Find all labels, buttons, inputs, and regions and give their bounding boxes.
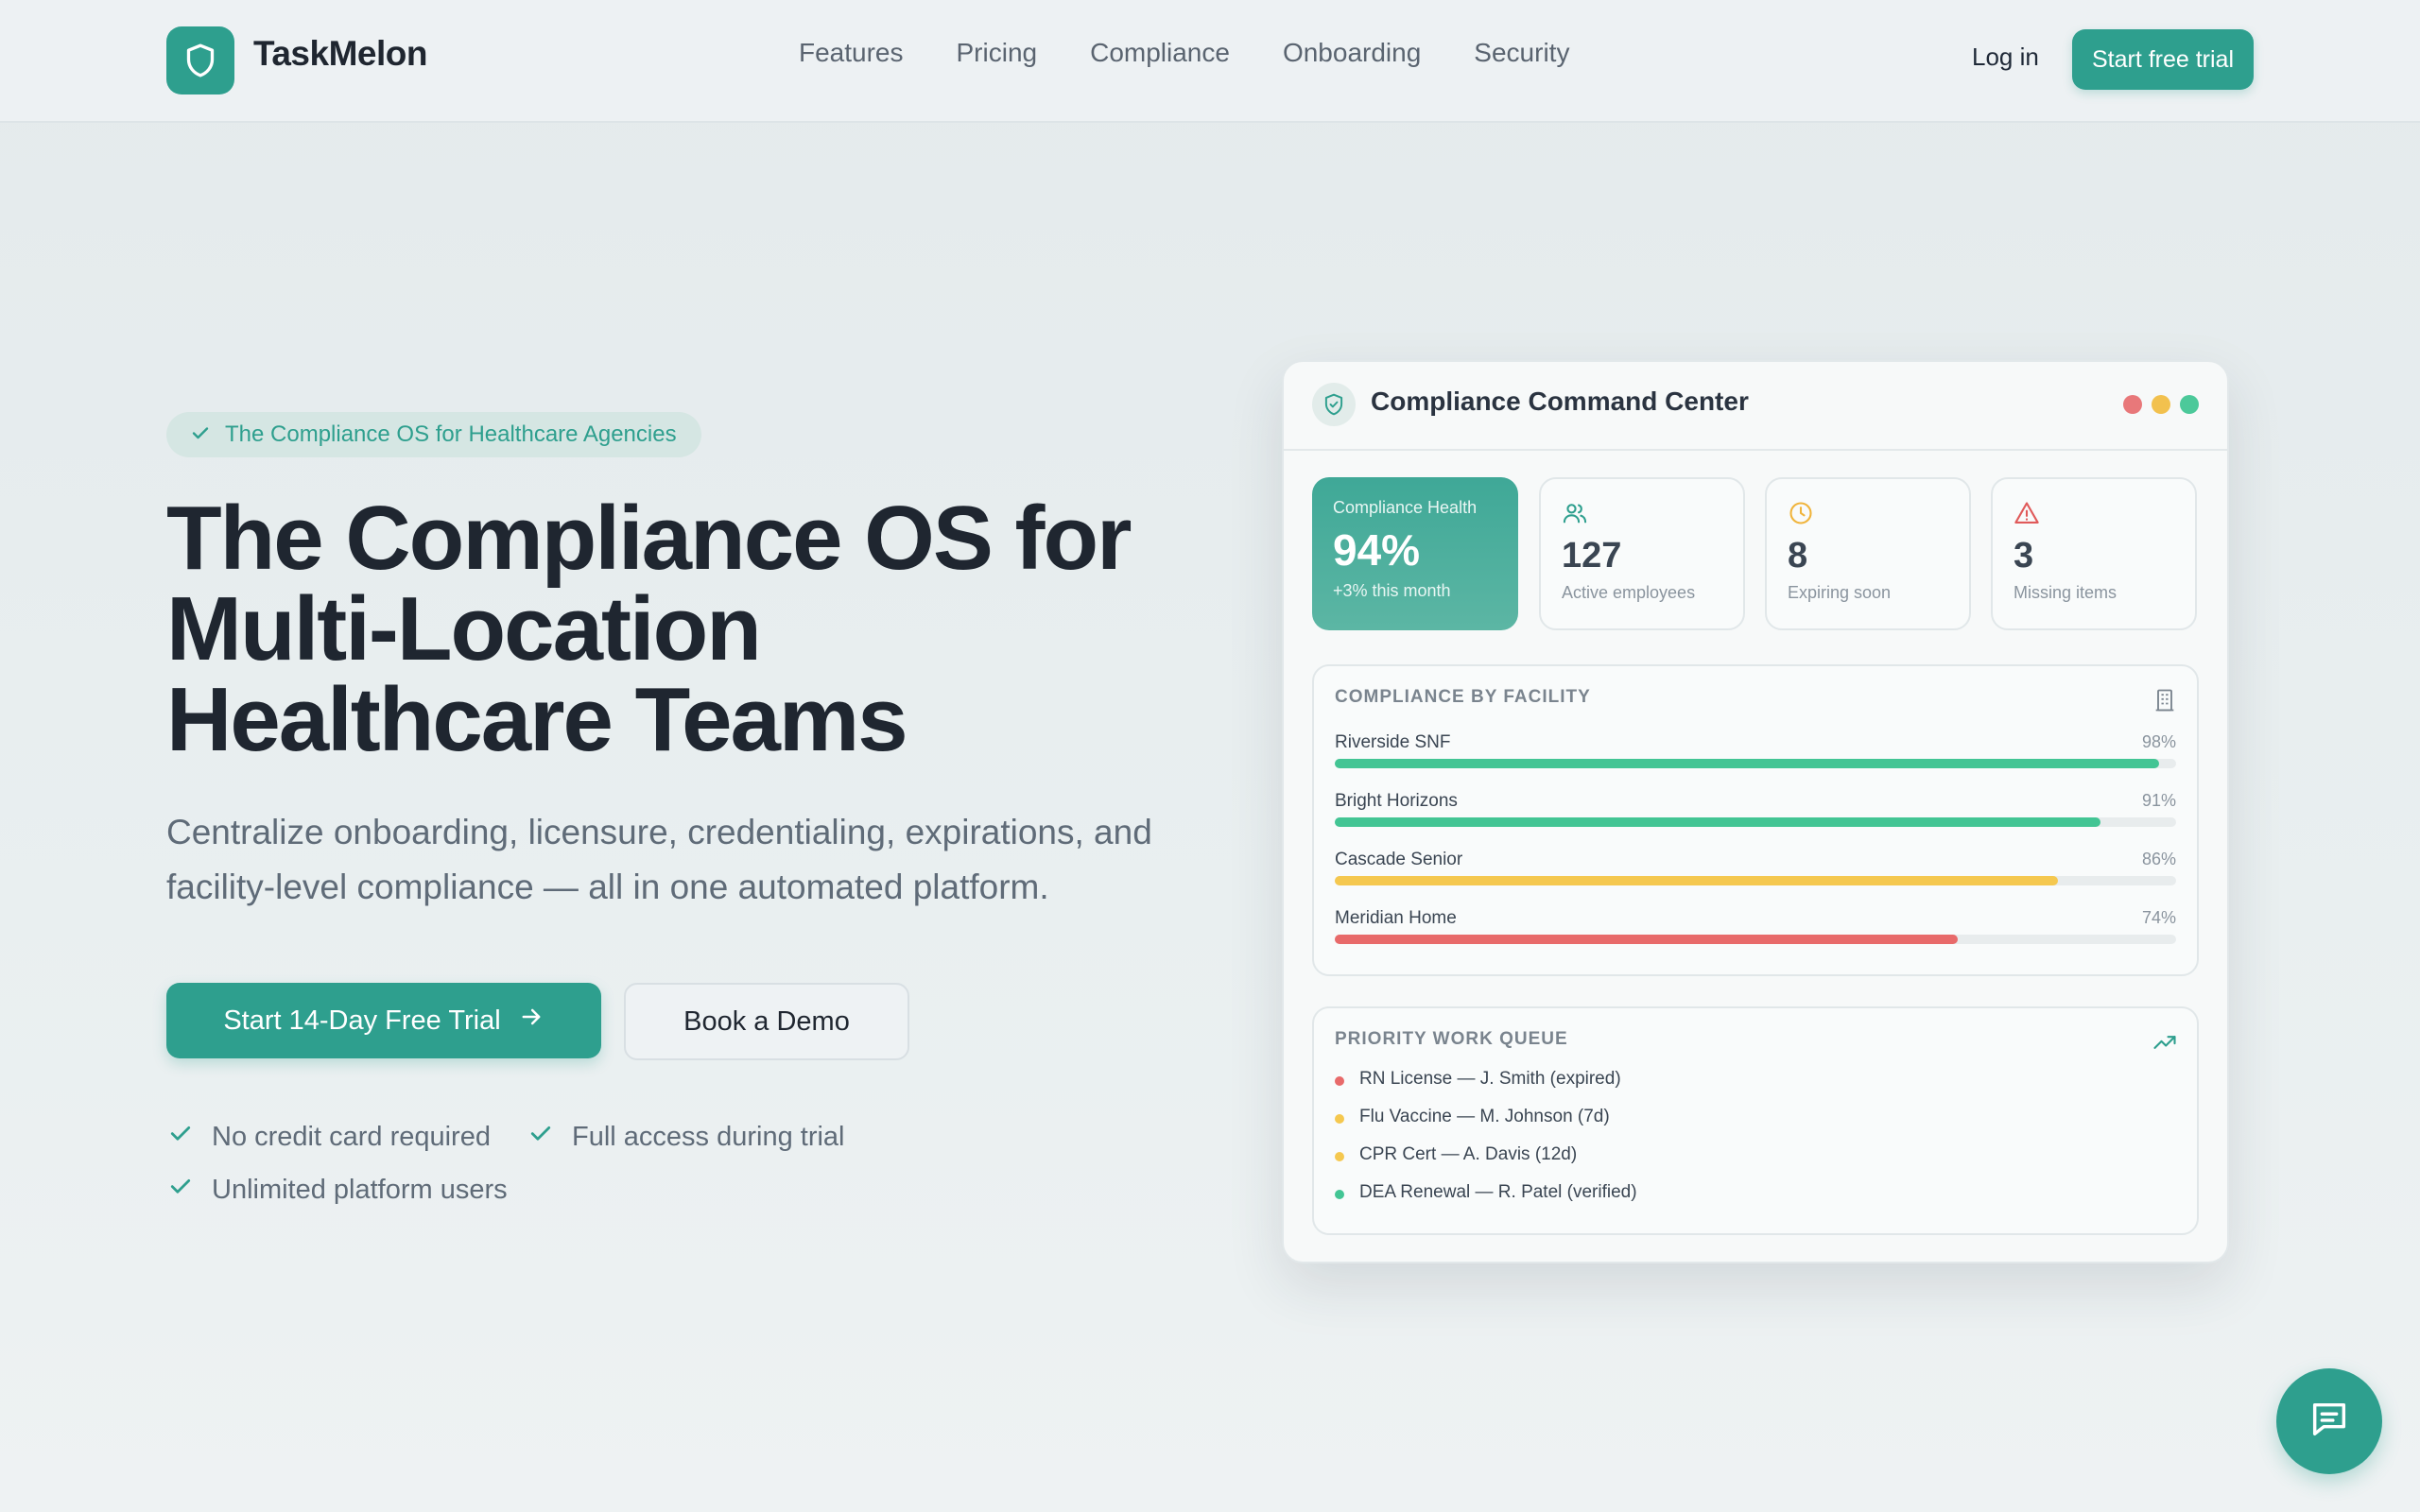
hero-title-line: Healthcare Teams [166,669,908,770]
progress-fill [1335,759,2160,768]
perk-item: No credit card required [166,1119,491,1155]
hero-badge: The Compliance OS for Healthcare Agencie… [166,412,701,457]
facility-name: Cascade Senior [1335,850,1463,869]
brand-name[interactable]: TaskMelon [253,34,427,74]
hero-title: The Compliance OS for Multi-Location Hea… [166,493,1206,765]
arrow-right-icon [518,1004,544,1038]
progress-fill [1335,817,2100,827]
stat-value: 8 [1788,536,1808,576]
queue-item[interactable]: DEA Renewal — R. Patel (verified) [1335,1182,1637,1203]
window-dot-red [2123,395,2142,414]
main-nav: Features Pricing Compliance Onboarding S… [799,38,1569,68]
compliance-dashboard-preview: Compliance Command Center Compliance Hea… [1282,360,2229,1263]
login-link[interactable]: Log in [1972,43,2039,72]
window-dot-green [2180,395,2199,414]
nav-security[interactable]: Security [1474,38,1569,68]
facility-percent: 98% [2141,732,2176,751]
facility-percent: 74% [2141,908,2176,927]
progress-fill [1335,935,1958,944]
missing-items-card: 3 Missing items [1991,477,2197,630]
book-demo-button[interactable]: Book a Demo [624,983,909,1060]
compliance-health-card: Compliance Health 94% +3% this month [1312,477,1518,630]
hero-title-line: Multi-Location [166,578,762,679]
health-value: 94% [1333,525,1421,575]
check-icon [527,1119,555,1155]
stat-label: Expiring soon [1788,583,1892,602]
building-icon [2152,687,2178,718]
progress-track [1335,876,2176,885]
dashboard-title: Compliance Command Center [1371,387,1749,416]
check-icon [166,1119,195,1155]
stat-value: 127 [1562,536,1622,576]
perk-label: No credit card required [212,1121,491,1152]
facility-compliance-panel: COMPLIANCE BY FACILITY Riverside SNF 98%… [1312,664,2199,976]
nav-pricing[interactable]: Pricing [957,38,1038,68]
status-dot [1335,1190,1344,1199]
chat-widget-button[interactable] [2276,1368,2382,1474]
perk-item: Full access during trial [527,1119,845,1155]
trending-up-icon [2152,1029,2178,1060]
window-dot-yellow [2152,395,2170,414]
queue-item-label: RN License — J. Smith (expired) [1359,1069,1621,1089]
status-dot [1335,1114,1344,1124]
perk-label: Unlimited platform users [212,1174,508,1205]
stat-value: 3 [2014,536,2034,576]
facility-percent: 86% [2141,850,2176,868]
facility-name: Bright Horizons [1335,791,1458,811]
facility-panel-heading: COMPLIANCE BY FACILITY [1335,687,1591,707]
hero-title-line: The Compliance OS for [166,488,1132,589]
dashboard-titlebar: Compliance Command Center [1284,362,2227,451]
facility-percent: 91% [2141,791,2176,810]
nav-features[interactable]: Features [799,38,904,68]
queue-item-label: CPR Cert — A. Davis (12d) [1359,1144,1578,1164]
facility-name: Meridian Home [1335,908,1457,928]
progress-track [1335,817,2176,827]
priority-work-queue-panel: PRIORITY WORK QUEUE RN License — J. Smit… [1312,1006,2199,1235]
logo-shield-icon[interactable] [166,26,234,94]
expiring-soon-card: 8 Expiring soon [1765,477,1971,630]
check-icon [189,421,212,449]
start-free-trial-button[interactable]: Start free trial [2072,29,2254,90]
start-trial-label: Start 14-Day Free Trial [223,1005,501,1036]
queue-item[interactable]: CPR Cert — A. Davis (12d) [1335,1144,1577,1165]
check-icon [166,1172,195,1208]
hero-subtitle: Centralize onboarding, licensure, creden… [166,813,1152,906]
perk-item: Unlimited platform users [166,1172,508,1208]
health-delta: +3% this month [1333,581,1451,600]
progress-fill [1335,876,2059,885]
queue-item-label: DEA Renewal — R. Patel (verified) [1359,1182,1637,1202]
queue-panel-heading: PRIORITY WORK QUEUE [1335,1029,1568,1049]
stat-label: Missing items [2014,583,2118,602]
shield-check-icon [1312,383,1356,426]
facility-name: Riverside SNF [1335,732,1451,752]
progress-track [1335,935,2176,944]
chat-icon [2308,1398,2351,1446]
status-dot [1335,1076,1344,1086]
active-employees-card: 127 Active employees [1539,477,1745,630]
alert-triangle-icon [2014,500,2040,531]
progress-track [1335,759,2176,768]
queue-item[interactable]: Flu Vaccine — M. Johnson (7d) [1335,1107,1610,1127]
queue-item[interactable]: RN License — J. Smith (expired) [1335,1069,1621,1090]
hero-badge-label: The Compliance OS for Healthcare Agencie… [225,421,677,447]
status-dot [1335,1152,1344,1161]
stat-label: Active employees [1562,583,1696,602]
nav-onboarding[interactable]: Onboarding [1283,38,1421,68]
clock-icon [1788,500,1814,531]
nav-compliance[interactable]: Compliance [1090,38,1230,68]
queue-item-label: Flu Vaccine — M. Johnson (7d) [1359,1107,1610,1126]
health-label: Compliance Health [1333,498,1478,517]
perk-label: Full access during trial [572,1121,845,1152]
site-header: TaskMelon Features Pricing Compliance On… [0,0,2420,123]
users-icon [1562,500,1588,531]
start-trial-button[interactable]: Start 14-Day Free Trial [166,983,601,1058]
